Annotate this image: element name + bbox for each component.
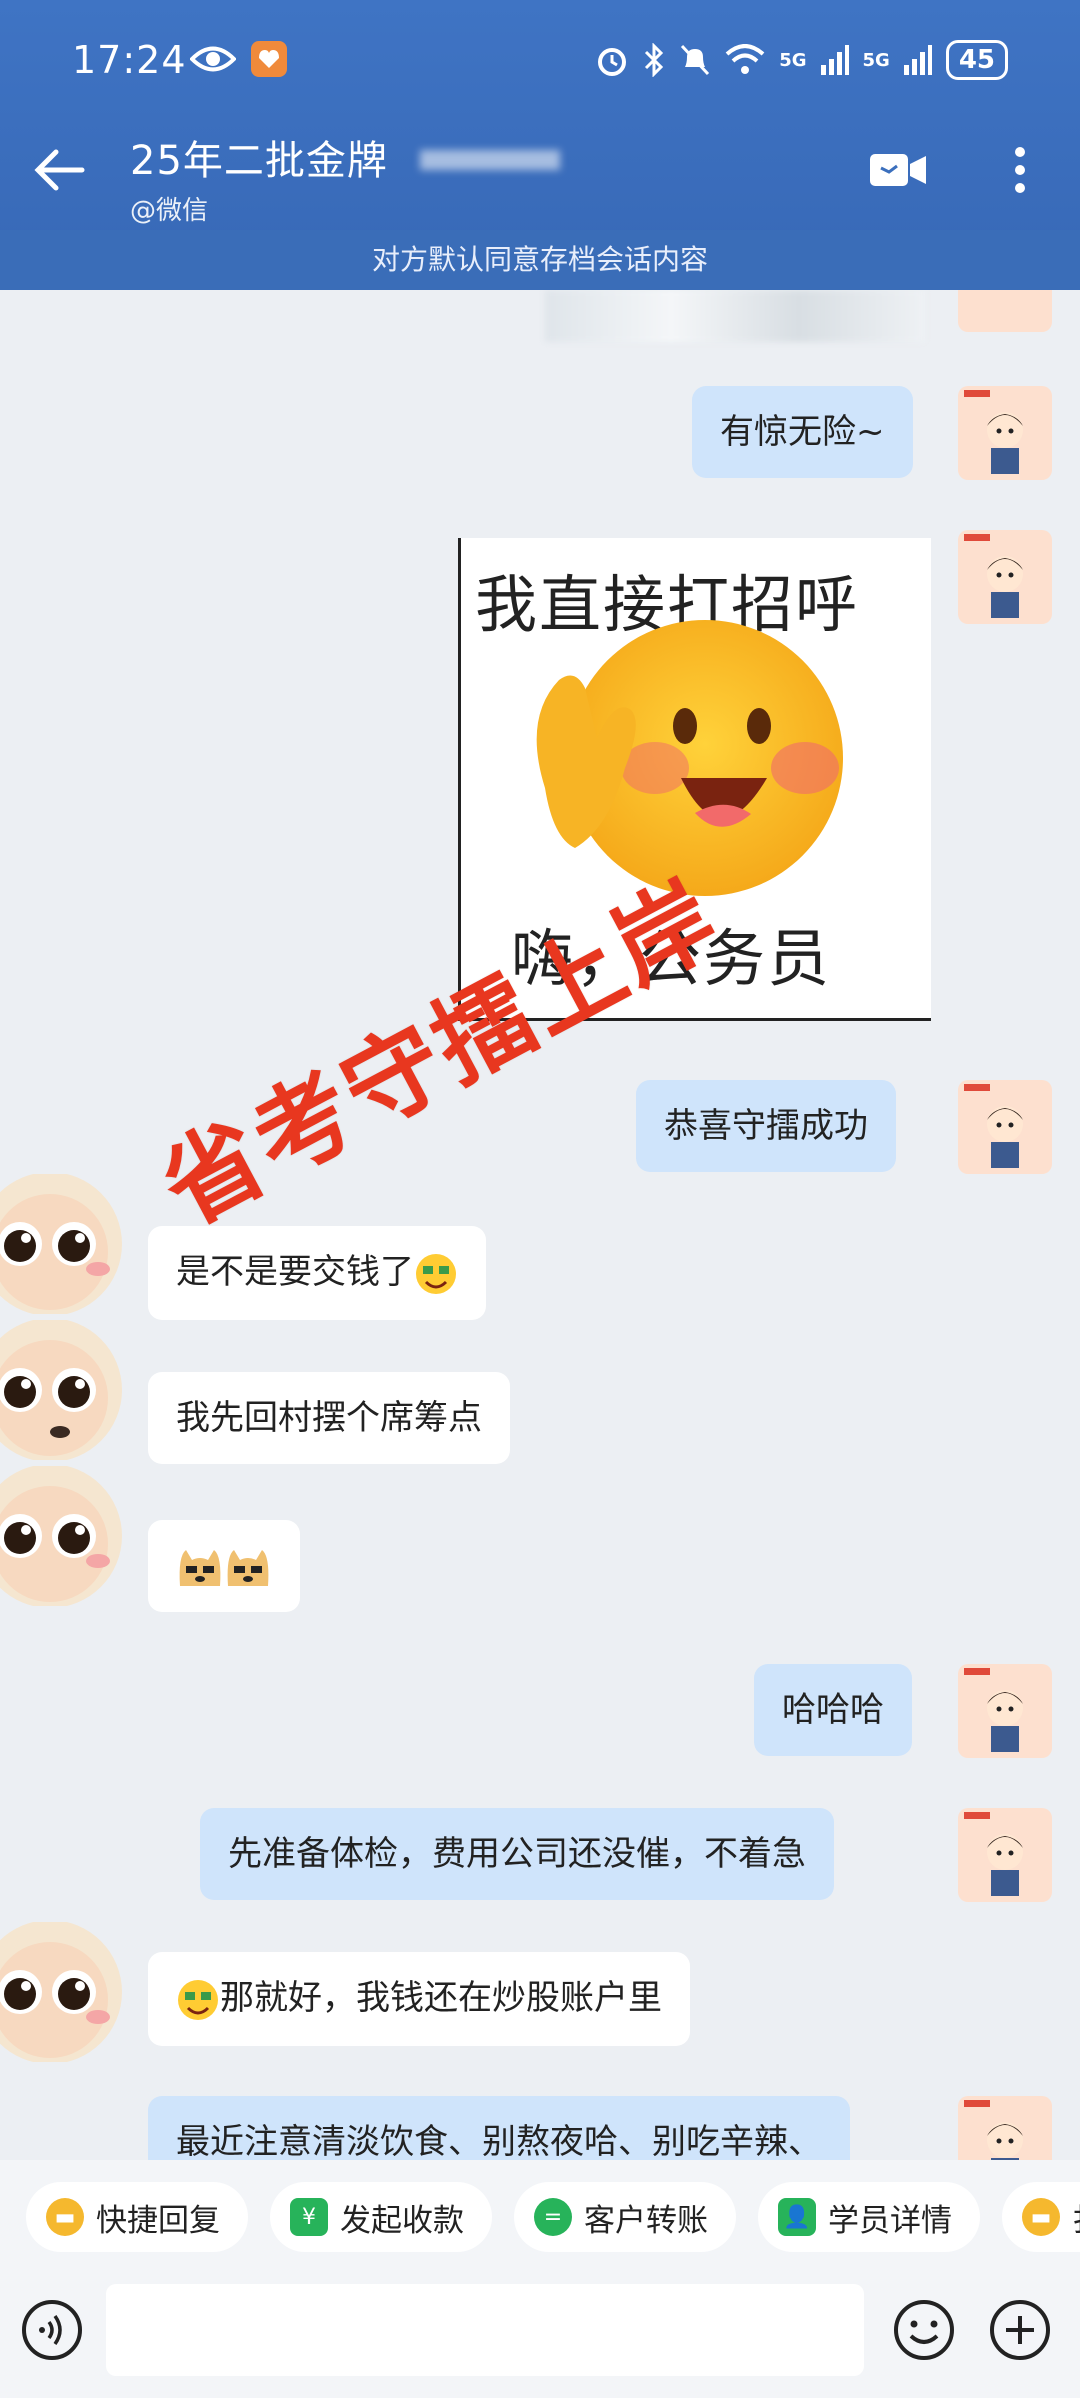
quick-action-bar: ▬ 快捷回复 ¥ 发起收款 = 客户转账 👤 学员详情 ▬ 扌: [0, 2160, 1080, 2270]
app-badge-icon: [250, 40, 288, 78]
chat-subtitle: @微信: [130, 196, 209, 226]
money-face-emoji-icon: [176, 1978, 220, 2022]
agent-avatar-icon: [964, 1668, 1023, 1752]
emoji-button[interactable]: [892, 2298, 956, 2362]
message-bubble-outgoing[interactable]: 有惊无险~: [692, 386, 913, 478]
blurred-image-fragment: [545, 290, 925, 342]
message-bubble-incoming[interactable]: [148, 1520, 300, 1612]
chat-title: 25年二批金牌: [130, 138, 388, 184]
more-actions-button[interactable]: [988, 2298, 1052, 2362]
input-bar: [0, 2270, 1080, 2398]
message-bubble-incoming[interactable]: 那就好，我钱还在炒股账户里: [148, 1952, 690, 2046]
doge-emoji-icon: [224, 1546, 272, 1590]
lamb-avatar-icon: [0, 1466, 122, 1606]
overlay-caption: 省考守擂上岸: [144, 859, 739, 1248]
message-list[interactable]: 有惊无险~ 我直接打招呼 嗨，公务员 省考守擂上岸 恭喜守擂成功 是不是要交钱了: [0, 290, 1080, 2160]
alarm-icon: [595, 43, 629, 77]
quick-reply-button[interactable]: ▬ 快捷回复: [26, 2182, 248, 2252]
avatar[interactable]: [0, 1320, 140, 1460]
status-bar: 17:24 5G 5G 45: [0, 0, 1080, 130]
more-vertical-icon: [1015, 147, 1025, 193]
chip-label: 学员详情: [828, 2202, 952, 2239]
chip-label: 快捷回复: [96, 2202, 220, 2239]
chat-title-block[interactable]: 25年二批金牌 @微信: [130, 128, 388, 227]
message-bubble-incoming[interactable]: 是不是要交钱了: [148, 1226, 486, 1320]
network-type-1: 5G: [779, 49, 807, 71]
message-text: 是不是要交钱了: [176, 1252, 414, 1292]
avatar[interactable]: [958, 530, 1052, 624]
battery-indicator: 45: [945, 40, 1008, 80]
chip-label: 发起收款: [340, 2202, 464, 2239]
message-bubble-outgoing[interactable]: 先准备体检，费用公司还没催，不着急: [200, 1808, 834, 1900]
avatar[interactable]: [958, 1080, 1052, 1174]
lamb-avatar-icon: [0, 1174, 122, 1314]
voice-icon: [22, 2300, 82, 2360]
wifi-icon: [725, 44, 765, 76]
avatar[interactable]: [0, 1922, 140, 2062]
request-payment-button[interactable]: ¥ 发起收款: [270, 2182, 492, 2252]
mute-bell-icon: [679, 43, 711, 77]
student-icon: 👤: [778, 2198, 816, 2236]
agent-avatar-icon: [964, 534, 1023, 618]
chip-label: 扌: [1072, 2195, 1080, 2240]
student-details-button[interactable]: 👤 学员详情: [758, 2182, 980, 2252]
signal-icon: [903, 45, 932, 75]
plus-icon: [990, 2300, 1050, 2360]
video-call-button[interactable]: [868, 150, 928, 190]
voice-input-button[interactable]: [20, 2298, 84, 2362]
avatar[interactable]: [0, 1466, 140, 1606]
chat-header: 17:24 5G 5G 45 25年二批金牌 @微信 对方默认同意存档会话内容: [0, 0, 1080, 290]
message-input[interactable]: [106, 2284, 864, 2376]
agent-avatar-icon: [964, 390, 1023, 474]
money-face-emoji-icon: [414, 1252, 458, 1296]
status-time: 17:24: [72, 38, 187, 82]
customer-transfer-button[interactable]: = 客户转账: [514, 2182, 736, 2252]
arrow-left-icon: [34, 149, 85, 191]
payment-icon: ¥: [290, 2198, 328, 2236]
agent-avatar-icon: [964, 2100, 1023, 2160]
back-button[interactable]: [30, 140, 90, 200]
more-options-button[interactable]: [1010, 140, 1030, 200]
smiley-icon: [894, 2300, 954, 2360]
bluetooth-icon: [643, 43, 665, 77]
message-bubble-incoming[interactable]: 我先回村摆个席筹点: [148, 1372, 510, 1464]
quick-reply-icon: ▬: [1022, 2198, 1060, 2236]
redaction-blur: [420, 150, 560, 170]
quick-reply-icon: ▬: [46, 2198, 84, 2236]
avatar[interactable]: [958, 1664, 1052, 1758]
avatar[interactable]: [0, 1174, 140, 1314]
avatar[interactable]: [958, 290, 1052, 332]
message-bubble-outgoing[interactable]: 最近注意清淡饮食、别熬夜哈、别吃辛辣、: [148, 2096, 850, 2160]
network-type-2: 5G: [862, 49, 890, 71]
lamb-avatar-icon: [0, 1922, 122, 2062]
archive-notice: 对方默认同意存档会话内容: [0, 230, 1080, 290]
lamb-avatar-icon: [0, 1320, 122, 1460]
video-camera-icon: [870, 154, 926, 186]
quick-reply-button-2[interactable]: ▬ 扌: [1002, 2182, 1080, 2252]
message-text: 那就好，我钱还在炒股账户里: [220, 1978, 662, 2018]
chip-label: 客户转账: [584, 2202, 708, 2239]
message-bubble-outgoing[interactable]: 哈哈哈: [754, 1664, 912, 1756]
doge-emoji-icon: [176, 1546, 224, 1590]
transfer-icon: =: [534, 2198, 572, 2236]
avatar[interactable]: [958, 386, 1052, 480]
message-bubble-outgoing[interactable]: 恭喜守擂成功: [636, 1080, 896, 1172]
avatar[interactable]: [958, 1808, 1052, 1902]
signal-icon: [820, 45, 849, 75]
agent-avatar-icon: [964, 1084, 1023, 1168]
eye-icon: [190, 44, 236, 74]
avatar[interactable]: [958, 2096, 1052, 2160]
agent-avatar-icon: [964, 1812, 1023, 1896]
